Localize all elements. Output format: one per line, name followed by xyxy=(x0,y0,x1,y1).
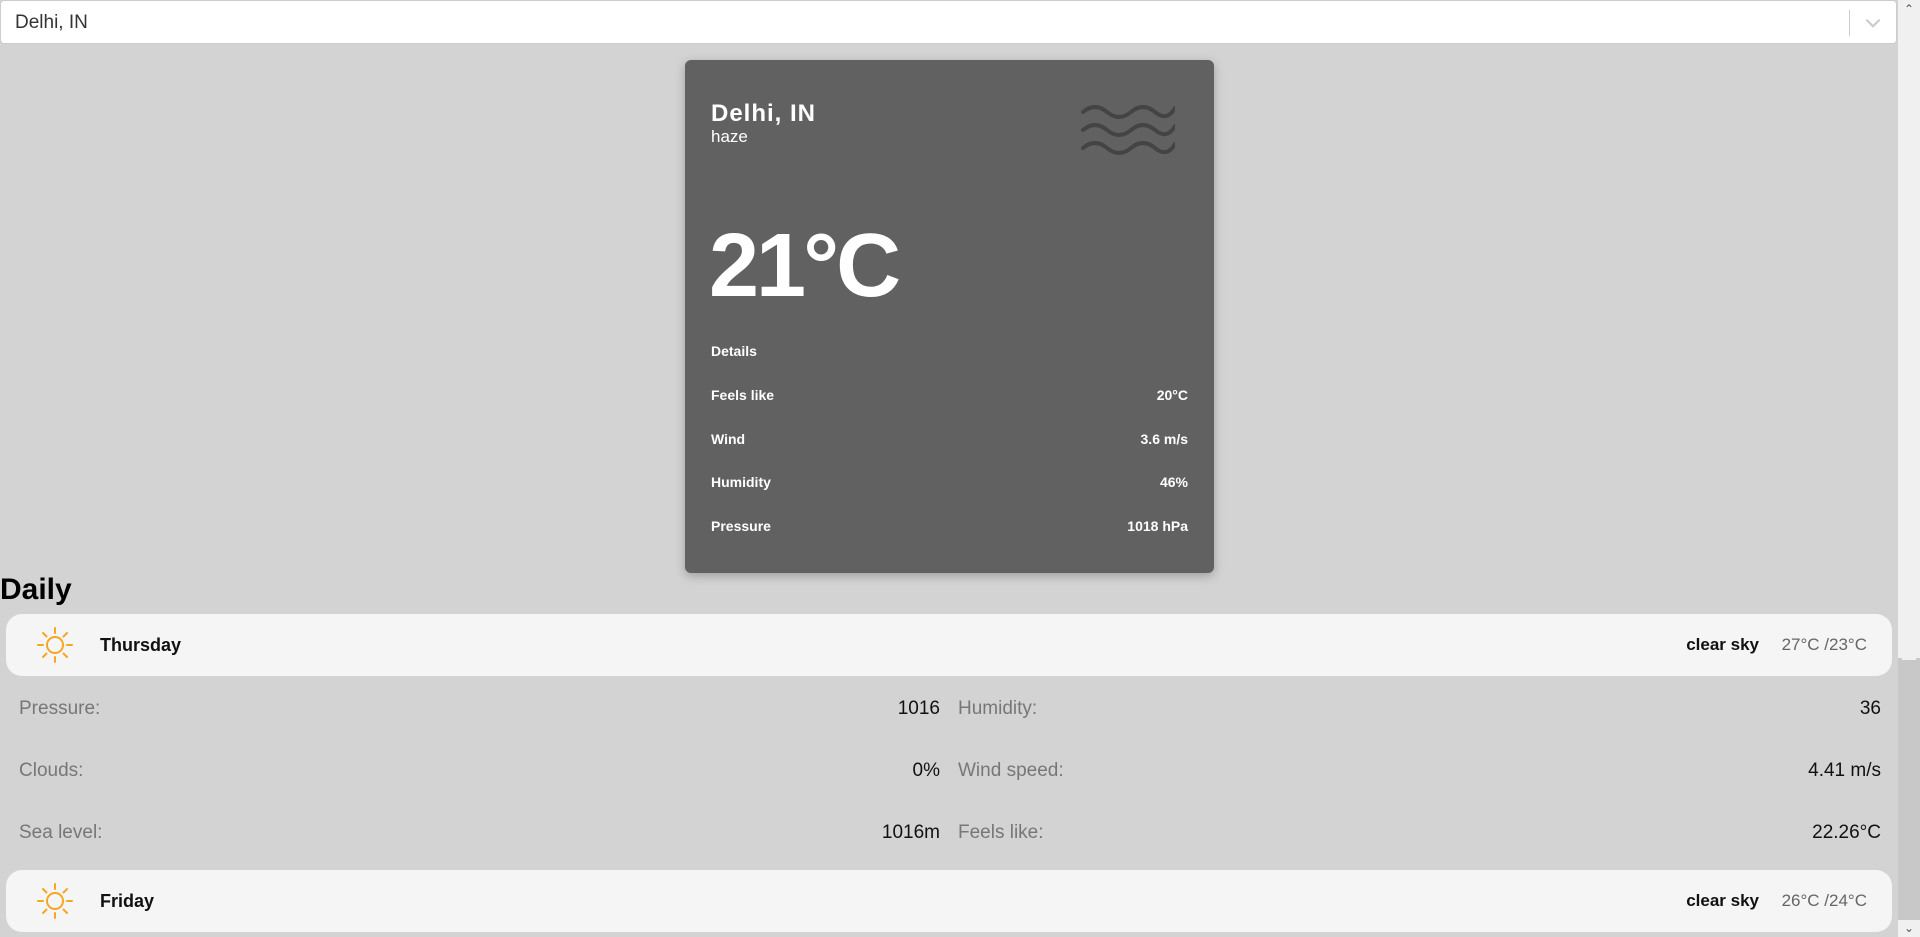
detail-label: Wind speed: xyxy=(958,760,1064,781)
scroll-up-arrow-icon[interactable]: ⌃ xyxy=(1898,0,1920,18)
detail-row-pressure: Pressure 1018 hPa xyxy=(711,518,1188,538)
weather-app: Delhi, IN Delhi, IN haze 21°C Details Fe… xyxy=(0,0,1920,937)
day-description: clear sky xyxy=(1686,635,1759,654)
detail-value: 3.6 m/s xyxy=(1140,431,1188,447)
detail-value: 22.26°C xyxy=(1812,822,1881,843)
detail-row-humidity: Humidity 46% xyxy=(711,474,1188,494)
scroll-down-arrow-icon[interactable]: ⌄ xyxy=(1898,919,1920,937)
detail-value: 20°C xyxy=(1156,387,1188,403)
detail-value: 4.41 m/s xyxy=(1808,760,1881,781)
detail-label: Clouds: xyxy=(19,760,84,781)
scrollbar-track[interactable] xyxy=(1898,658,1920,920)
detail-row-wind: Wind 3.6 m/s xyxy=(711,431,1188,451)
daily-heading: Daily xyxy=(0,573,72,606)
current-description: haze xyxy=(711,127,748,146)
detail-clouds: Clouds: 0% xyxy=(19,760,940,784)
page-scrollbar[interactable]: ⌃ ⌄ xyxy=(1898,0,1920,937)
day-details-thursday: Pressure: 1016 Humidity: 36 Clouds: 0% W… xyxy=(19,684,1881,864)
select-separator xyxy=(1849,10,1850,36)
sun-icon xyxy=(37,627,73,663)
detail-value: 46% xyxy=(1159,474,1188,490)
detail-label: Sea level: xyxy=(19,822,103,843)
detail-value: 0% xyxy=(912,760,940,781)
detail-value: 1016m xyxy=(881,822,940,843)
day-name: Thursday xyxy=(100,635,182,655)
detail-label: Humidity: xyxy=(958,698,1038,719)
day-row-friday[interactable]: Friday clear sky 26°C /24°C xyxy=(6,870,1892,932)
detail-value: 36 xyxy=(1859,698,1881,719)
detail-label: Humidity xyxy=(711,474,771,490)
current-city: Delhi, IN xyxy=(711,100,817,127)
current-temperature: 21°C xyxy=(709,216,901,316)
detail-value: 1016 xyxy=(897,698,940,719)
details-heading-row: Details xyxy=(711,343,1188,363)
detail-label: Pressure: xyxy=(19,698,101,719)
detail-sea-level: Sea level: 1016m xyxy=(19,822,940,846)
detail-value: 1018 hPa xyxy=(1127,518,1188,534)
day-min-max: 26°C /24°C xyxy=(1781,891,1867,910)
current-weather-card: Delhi, IN haze 21°C Details Feels like 2… xyxy=(685,60,1214,573)
details-heading: Details xyxy=(711,343,757,359)
detail-row-feels-like: Feels like 20°C xyxy=(711,387,1188,407)
detail-label: Pressure xyxy=(711,518,771,534)
scrollbar-thumb[interactable] xyxy=(1902,20,1916,660)
city-search-value[interactable]: Delhi, IN xyxy=(15,12,88,34)
detail-pressure: Pressure: 1016 xyxy=(19,698,940,722)
haze-icon xyxy=(1081,105,1175,155)
detail-label: Wind xyxy=(711,431,746,447)
detail-label: Feels like xyxy=(711,387,775,403)
chevron-down-icon[interactable] xyxy=(1862,12,1884,34)
day-description: clear sky xyxy=(1686,891,1759,910)
day-row-thursday[interactable]: Thursday clear sky 27°C /23°C xyxy=(6,614,1892,676)
sun-icon xyxy=(37,883,73,919)
detail-feels-like: Feels like: 22.26°C xyxy=(958,822,1881,846)
city-search-select[interactable]: Delhi, IN xyxy=(0,0,1897,44)
detail-humidity: Humidity: 36 xyxy=(958,698,1881,722)
day-min-max: 27°C /23°C xyxy=(1781,635,1867,654)
detail-wind-speed: Wind speed: 4.41 m/s xyxy=(958,760,1881,784)
day-name: Friday xyxy=(100,891,155,911)
detail-label: Feels like: xyxy=(958,822,1044,843)
